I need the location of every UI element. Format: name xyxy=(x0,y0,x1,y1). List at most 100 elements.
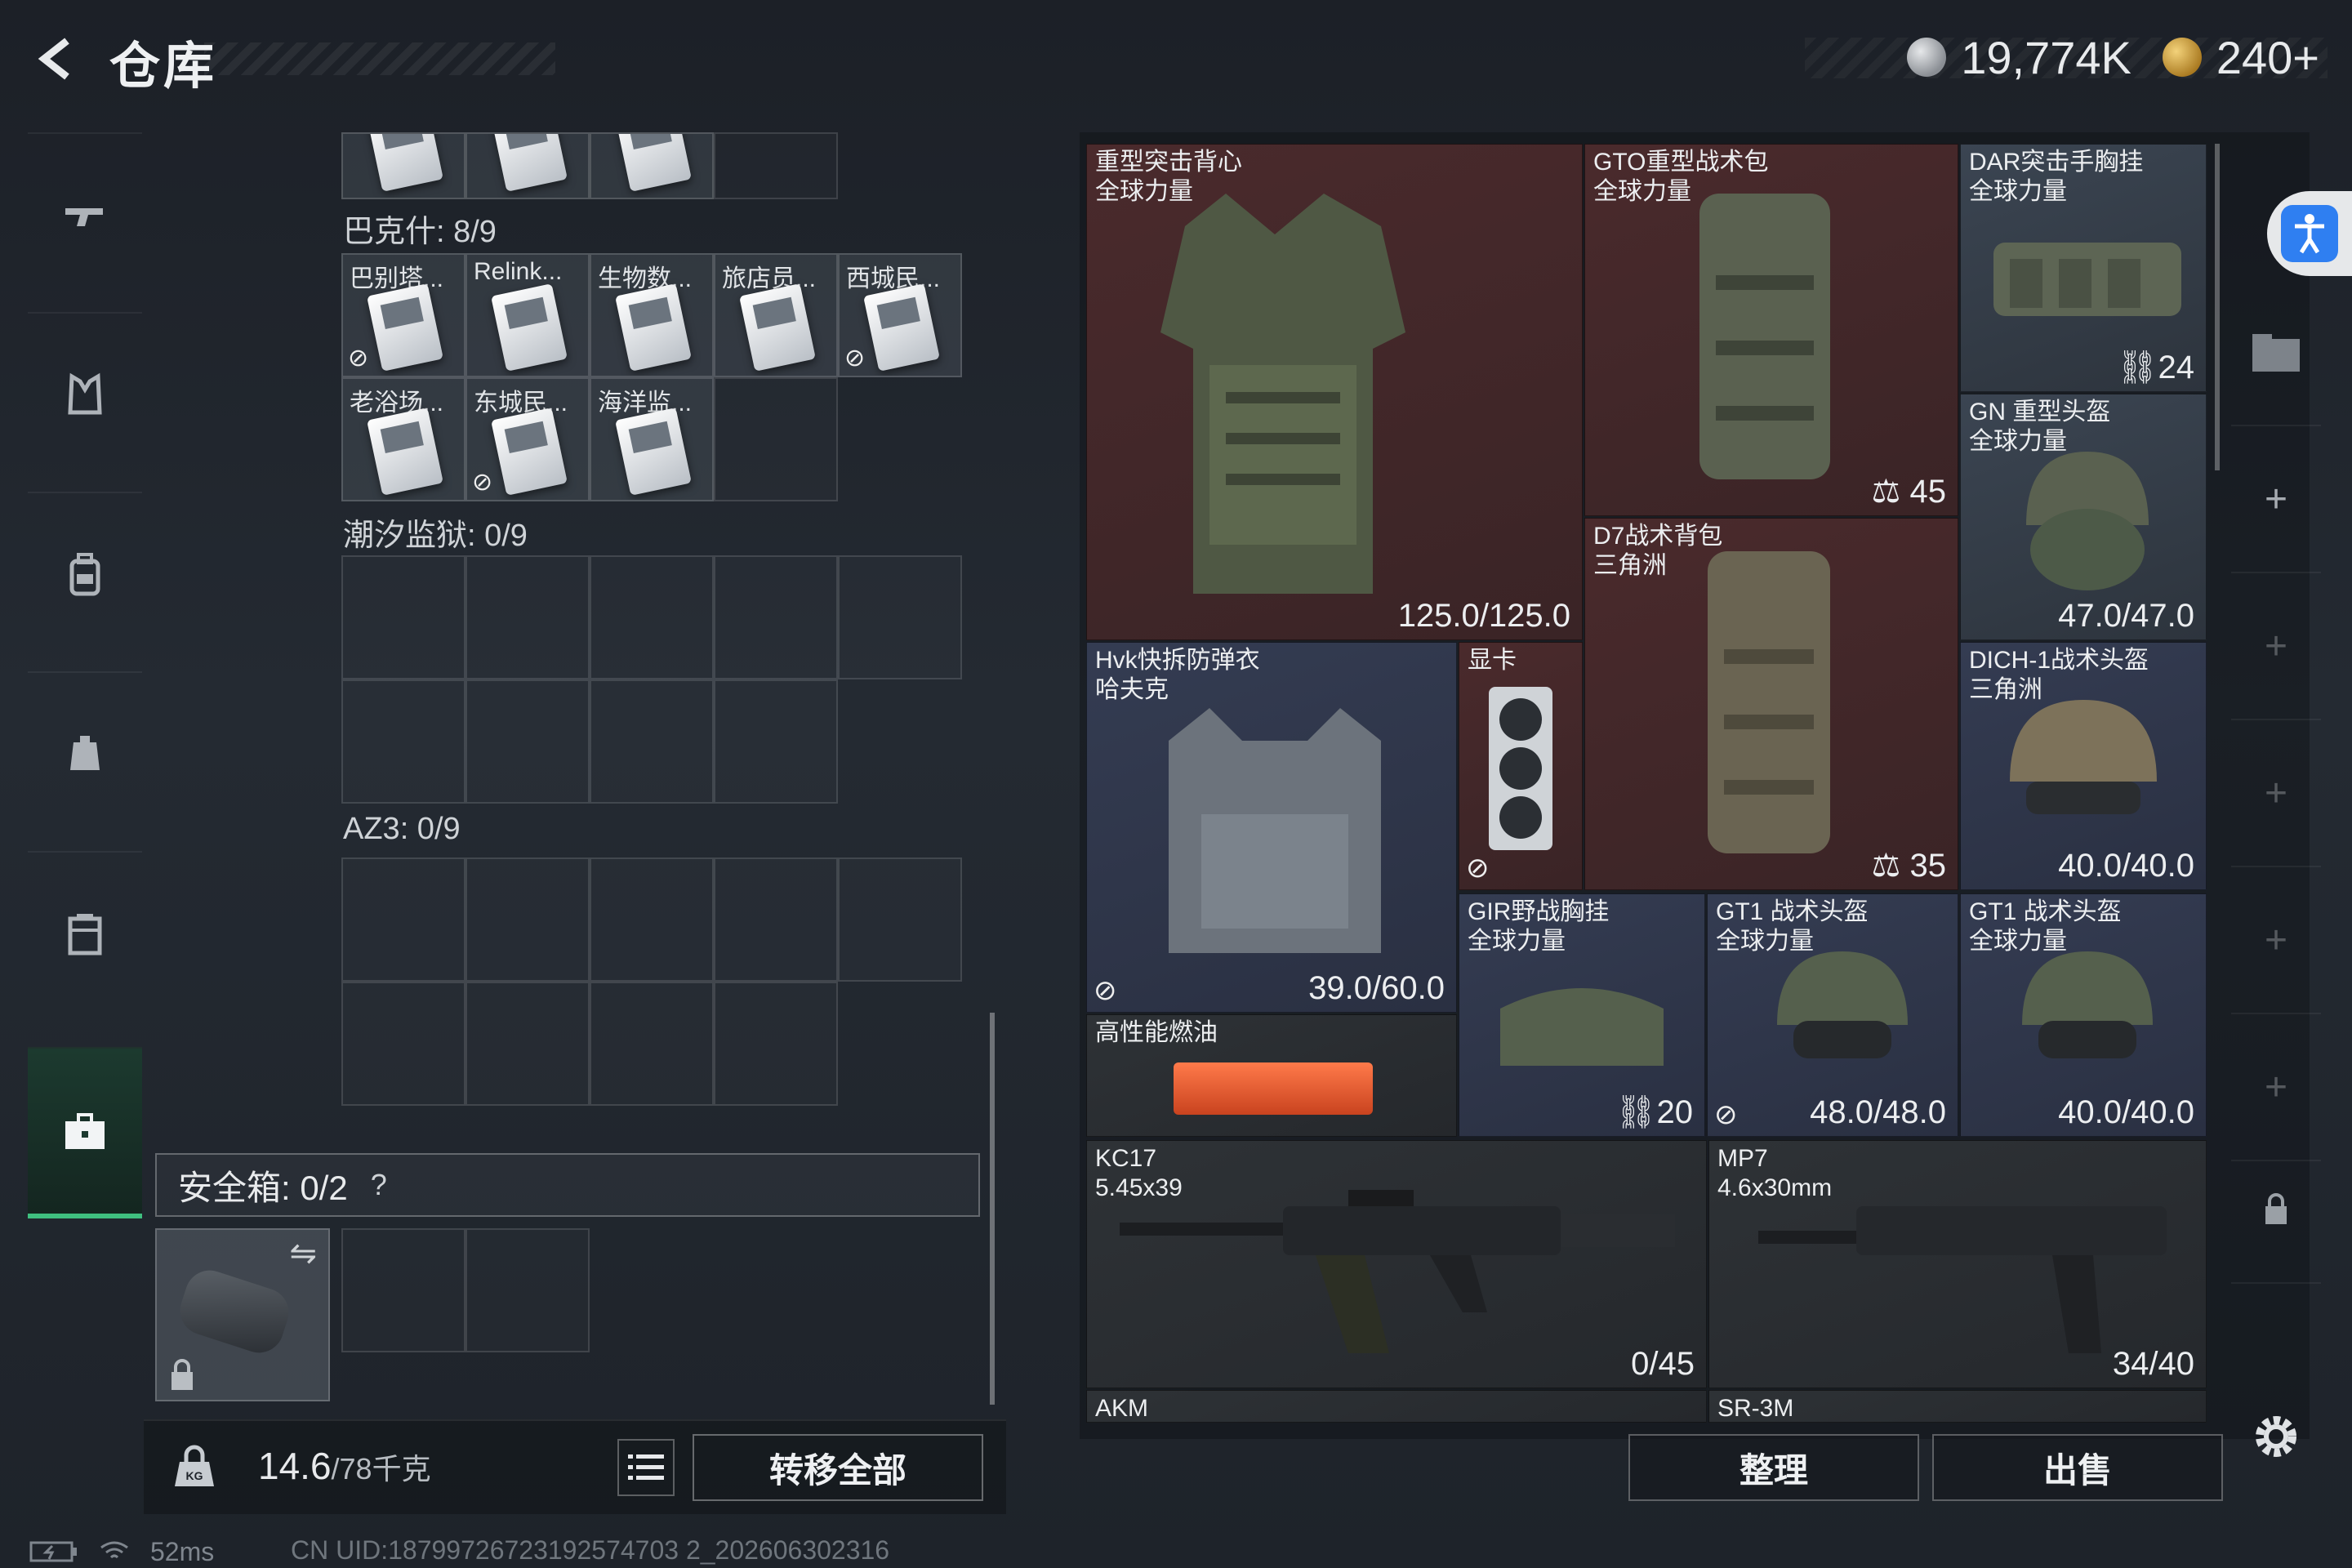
empty-slot[interactable] xyxy=(590,858,714,982)
list-view-button[interactable] xyxy=(617,1439,675,1496)
empty-slot[interactable] xyxy=(341,1228,466,1352)
empty-slot[interactable] xyxy=(466,679,590,804)
swap-icon[interactable]: ⇋ xyxy=(289,1235,317,1272)
accessibility-button[interactable] xyxy=(2267,191,2352,276)
sell-button[interactable]: 出售 xyxy=(1932,1434,2223,1501)
transfer-all-button[interactable]: 转移全部 xyxy=(693,1434,983,1501)
locked-stash-tab[interactable] xyxy=(2231,1137,2321,1284)
stash-item-gir-rig[interactable]: GIR野战胸挂 全球力量 ⛓20 xyxy=(1459,893,1705,1137)
empty-slot[interactable] xyxy=(590,982,714,1106)
add-stash-tab-button[interactable]: + xyxy=(2231,720,2321,867)
stash-item-gt1-helmet-b[interactable]: GT1 战术头盔 全球力量 40.0/40.0 xyxy=(1960,893,2207,1137)
stash-item-gt1-helmet-a[interactable]: GT1 战术头盔 全球力量 ⊘ 48.0/48.0 xyxy=(1707,893,1958,1137)
nav-weapons[interactable] xyxy=(28,132,142,296)
key-card-label: 旅店员... xyxy=(722,265,817,292)
stash-item-akm[interactable]: AKM xyxy=(1086,1390,1707,1423)
key-card[interactable]: 巴别塔... ⊘ xyxy=(341,253,466,377)
add-stash-tab-button[interactable]: + xyxy=(2231,867,2321,1014)
key-card[interactable]: 海洋监... xyxy=(590,377,714,501)
key-card-slot[interactable] xyxy=(590,132,714,199)
empty-slot[interactable] xyxy=(838,555,962,679)
plus-icon: + xyxy=(2264,1065,2288,1109)
add-stash-tab-button[interactable]: + xyxy=(2231,573,2321,720)
empty-slot[interactable] xyxy=(590,679,714,804)
key-card[interactable]: 生物数... xyxy=(590,253,714,377)
stash-item-gpu[interactable]: 显卡 ⊘ xyxy=(1459,642,1583,890)
empty-slot[interactable] xyxy=(466,858,590,982)
stash-item-kc17[interactable]: KC17 5.45x39 0/45 xyxy=(1086,1140,1707,1388)
stash-item-d7-bag[interactable]: D7战术背包 三角洲 ⚖ 35 xyxy=(1584,518,1958,890)
page-title: 仓库 xyxy=(109,38,218,95)
stash-item-mp7[interactable]: MP7 4.6x30mm 34/40 xyxy=(1708,1140,2207,1388)
key-card[interactable]: 西城民... ⊘ xyxy=(838,253,962,377)
help-button[interactable]: ? xyxy=(361,1167,397,1203)
empty-slot[interactable] xyxy=(466,982,590,1106)
title-decoration xyxy=(204,42,555,75)
back-button[interactable] xyxy=(24,26,90,91)
stash-item-gn-helmet[interactable]: GN 重型头盔 全球力量 47.0/47.0 xyxy=(1960,394,2207,640)
empty-slot[interactable] xyxy=(341,679,466,804)
section-label-bakshi: 巴克什: 8/9 xyxy=(343,215,497,249)
no-link-icon: ⊘ xyxy=(844,345,866,372)
gear-icon xyxy=(2256,1416,2296,1457)
safebox-header: 安全箱: 0/2 ? xyxy=(155,1153,980,1217)
item-name: 高性能燃油 xyxy=(1095,1019,1218,1046)
nav-keycard-box[interactable] xyxy=(28,851,142,1014)
ping-value: 52ms xyxy=(150,1536,215,1566)
backpack-icon xyxy=(69,553,100,596)
stash-item-dich-helmet[interactable]: DICH-1战术头盔 三角洲 40.0/40.0 xyxy=(1960,642,2207,890)
empty-slot[interactable] xyxy=(590,555,714,679)
nav-briefcase[interactable] xyxy=(28,1047,142,1218)
durability-value: 48.0/48.0 xyxy=(1810,1094,1946,1130)
no-link-icon: ⊘ xyxy=(472,469,493,496)
empty-slot[interactable] xyxy=(714,132,838,199)
empty-slot[interactable] xyxy=(714,679,838,804)
stash-item-sr3m[interactable]: SR-3M xyxy=(1708,1390,2207,1423)
stash-scrollbar[interactable] xyxy=(2215,144,2220,470)
add-stash-tab-button[interactable]: + xyxy=(2231,426,2321,573)
safebox-case[interactable]: ⇋ xyxy=(155,1228,330,1401)
settings-button[interactable] xyxy=(2247,1408,2305,1465)
nav-chest-rig[interactable] xyxy=(28,671,142,835)
empty-slot[interactable] xyxy=(341,982,466,1106)
empty-slot[interactable] xyxy=(714,982,838,1106)
empty-slot[interactable] xyxy=(466,555,590,679)
durability-value: 47.0/47.0 xyxy=(2058,598,2194,634)
key-grid-top-partial xyxy=(341,132,838,199)
stash-item-hvk-vest[interactable]: Hvk快拆防弹衣 哈夫克 ⊘ 39.0/60.0 xyxy=(1086,642,1457,1013)
left-scrollbar[interactable] xyxy=(990,1013,995,1405)
capacity-value: ⚖ 35 xyxy=(1871,848,1946,884)
stash-tab-4[interactable] xyxy=(2231,279,2321,426)
nav-backpack[interactable] xyxy=(28,492,142,655)
key-card-slot[interactable] xyxy=(466,132,590,199)
rifle-image xyxy=(1120,1190,1675,1353)
key-card[interactable]: Relink... xyxy=(466,253,590,377)
empty-slot[interactable] xyxy=(714,858,838,982)
key-card-label: 东城民... xyxy=(474,390,568,416)
sort-button[interactable]: 整理 xyxy=(1628,1434,1919,1501)
key-card-slot[interactable] xyxy=(341,132,466,199)
stash-item-fuel[interactable]: 高性能燃油 xyxy=(1086,1014,1457,1137)
key-card[interactable]: 东城民... ⊘ xyxy=(466,377,590,501)
gold-currency-value[interactable]: 240+ xyxy=(2216,31,2319,84)
weight-current: 14.6 xyxy=(258,1445,332,1487)
stash-item-gto-bag[interactable]: GTO重型战术包 全球力量 ⚖ 45 xyxy=(1584,144,1958,516)
empty-slot[interactable] xyxy=(341,858,466,982)
item-name: SR-3M xyxy=(1717,1395,1794,1422)
rig-small-icon: ⛓ xyxy=(1615,1094,1657,1130)
stash-item-dar-rig[interactable]: DAR突击手胸挂 全球力量 ⛓24 xyxy=(1960,144,2207,392)
empty-slot[interactable] xyxy=(714,377,838,501)
empty-slot[interactable] xyxy=(341,555,466,679)
empty-slot[interactable] xyxy=(466,1228,590,1352)
empty-slot[interactable] xyxy=(714,555,838,679)
status-bar: 52ms xyxy=(29,1535,214,1568)
section-label-az3: AZ3: 0/9 xyxy=(343,812,461,846)
svg-text:KG: KG xyxy=(186,1469,203,1482)
key-card-label: 海洋监... xyxy=(598,390,693,416)
empty-slot[interactable] xyxy=(838,858,962,982)
nav-armor[interactable] xyxy=(28,312,142,475)
stash-item-heavy-vest[interactable]: 重型突击背心 全球力量 125.0/125.0 xyxy=(1086,144,1583,640)
key-card[interactable]: 旅店员... xyxy=(714,253,838,377)
weight-icon: KG xyxy=(175,1445,214,1486)
key-card[interactable]: 老浴场... xyxy=(341,377,466,501)
